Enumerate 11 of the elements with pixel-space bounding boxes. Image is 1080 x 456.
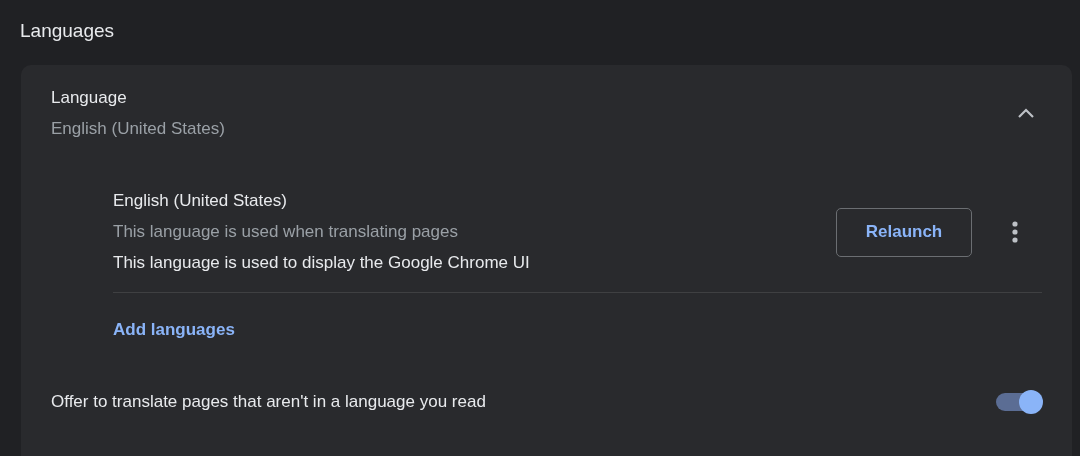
language-note: This language is used when translating pages (113, 221, 459, 243)
language-value: English (United States) (51, 118, 225, 140)
language-name: English (United States) (113, 190, 288, 212)
translate-toggle[interactable] (996, 393, 1042, 411)
more-icon[interactable] (1012, 221, 1018, 243)
relaunch-button[interactable]: Relaunch (836, 207, 972, 257)
language-title: Language (51, 87, 128, 109)
translate-label: Offer to translate pages that aren't in a language you read (51, 392, 486, 412)
language-note: This language is used to display the Google Chrome UI (113, 252, 531, 274)
add-languages-link[interactable]: Add languages (113, 320, 235, 340)
section-title: Languages (20, 19, 116, 43)
